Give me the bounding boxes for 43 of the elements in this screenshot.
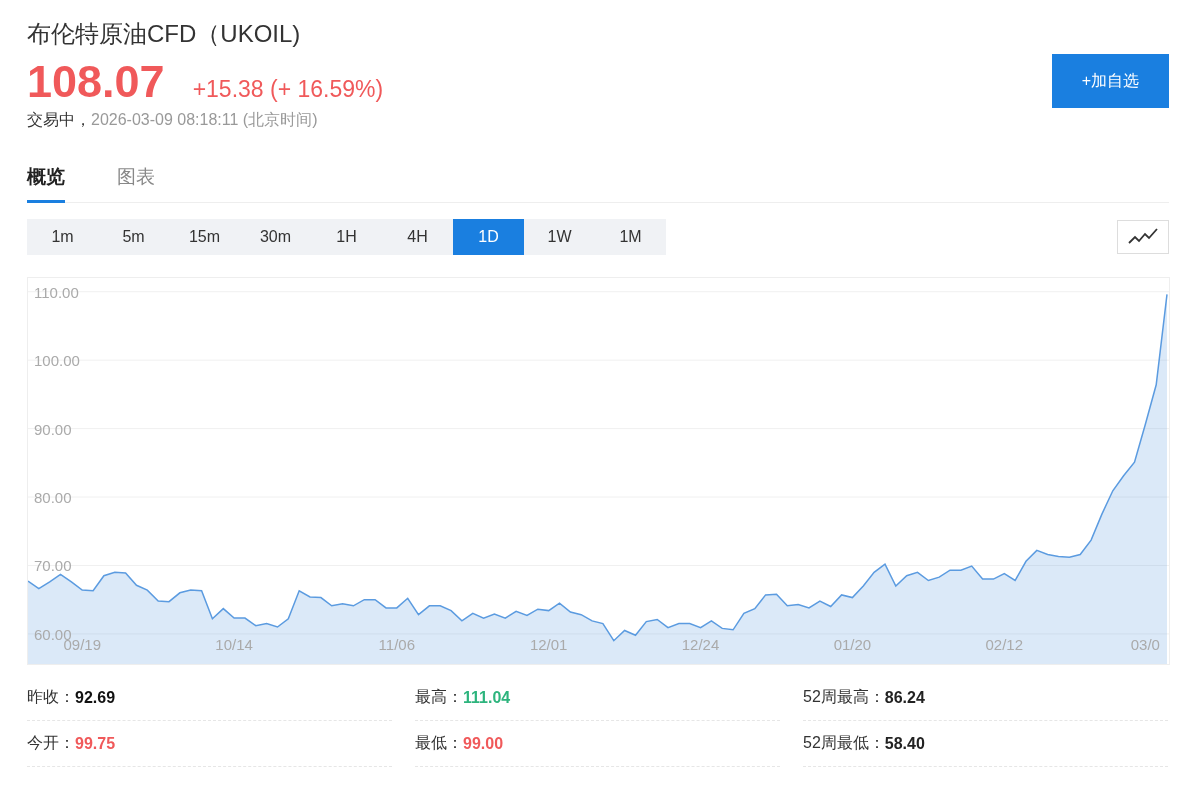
price-change: +15.38 (+ 16.59%) bbox=[192, 76, 384, 103]
tab[interactable]: 概览 bbox=[27, 163, 65, 203]
period-button[interactable]: 1W bbox=[524, 219, 595, 255]
tab[interactable]: 图表 bbox=[117, 163, 155, 203]
axis-label: 03/0 bbox=[1130, 636, 1160, 653]
axis-label: 110.00 bbox=[34, 283, 79, 301]
stat-label: 昨收： bbox=[27, 687, 75, 707]
stat-label: 最高： bbox=[415, 687, 463, 707]
trading-status: 交易中， bbox=[27, 110, 91, 130]
stat-value: 86.24 bbox=[884, 688, 925, 707]
axis-label: 70.00 bbox=[34, 557, 72, 575]
last-price: 108.07 bbox=[27, 56, 165, 108]
stat-value: 111.04 bbox=[463, 688, 511, 707]
add-watchlist-button[interactable]: +加自选 bbox=[1052, 54, 1169, 108]
axis-label: 11/06 bbox=[378, 636, 416, 653]
stat-value: 99.00 bbox=[463, 734, 504, 753]
instrument-title: 布伦特原油CFD（UKOIL) bbox=[27, 19, 302, 49]
chart-type-button[interactable] bbox=[1117, 220, 1169, 254]
stat-value: 58.40 bbox=[884, 734, 925, 753]
period-button[interactable]: 4H bbox=[382, 219, 453, 255]
axis-label: 12/01 bbox=[529, 636, 568, 653]
period-button[interactable]: 1D bbox=[453, 219, 524, 255]
stat-value: 99.75 bbox=[75, 734, 116, 753]
period-button[interactable]: 1m bbox=[27, 219, 98, 255]
period-button[interactable]: 30m bbox=[240, 219, 311, 255]
period-button[interactable]: 15m bbox=[169, 219, 240, 255]
stat-label: 最低： bbox=[415, 733, 463, 753]
axis-label: 90.00 bbox=[34, 420, 72, 438]
stat-label: 52周最低： bbox=[803, 733, 885, 753]
stat-label: 52周最高： bbox=[803, 687, 885, 707]
period-button[interactable]: 1H bbox=[311, 219, 382, 255]
axis-label: 12/24 bbox=[681, 636, 720, 653]
axis-label: 01/20 bbox=[833, 636, 872, 653]
period-button[interactable]: 5m bbox=[98, 219, 169, 255]
axis-label: 100.00 bbox=[34, 352, 80, 370]
line-chart-icon bbox=[1128, 228, 1158, 246]
axis-label: 10/14 bbox=[215, 636, 253, 653]
stat-value: 92.69 bbox=[75, 688, 116, 707]
period-button[interactable]: 1M bbox=[595, 219, 666, 255]
timestamp: 2026-03-09 08:18:11 (北京时间) bbox=[91, 110, 318, 130]
stat-label: 今开： bbox=[27, 733, 75, 753]
axis-label: 02/12 bbox=[985, 636, 1024, 653]
axis-label: 80.00 bbox=[34, 489, 72, 506]
